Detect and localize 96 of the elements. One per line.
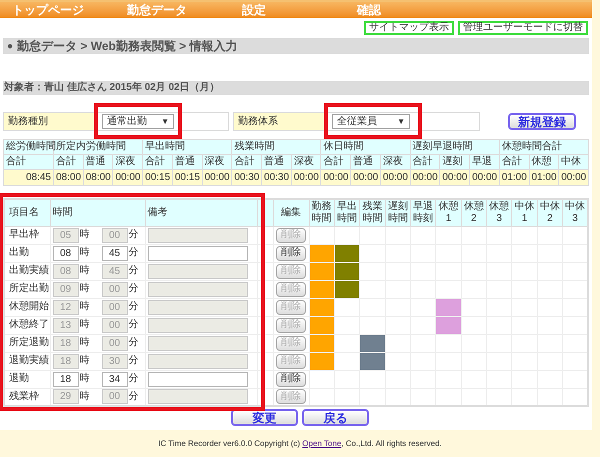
unit-label: 時: [80, 390, 90, 403]
column-header: 遅刻時間: [387, 200, 408, 225]
table-cell: 00:30: [262, 170, 292, 186]
unit-label: 分: [128, 373, 138, 385]
item-name: 退勤実績: [9, 355, 49, 366]
table-cell: 08:45: [4, 170, 54, 186]
column-header: 早退時刻: [412, 200, 434, 225]
nav-link[interactable]: トップページ: [12, 2, 127, 18]
item-name: 出勤: [9, 247, 29, 258]
top-button[interactable]: 管理ユーザーモードに切替: [458, 21, 588, 35]
group-header: 休日時間: [320, 140, 410, 154]
unit-label: 分: [128, 319, 138, 331]
table-cell: 00:00: [410, 170, 440, 186]
item-name: 退勤: [9, 373, 29, 384]
table-cell: 00:15: [172, 170, 202, 186]
column-header: 残業時間: [362, 200, 383, 225]
unit-label: 時: [80, 265, 90, 277]
unit-label: 時: [80, 373, 90, 385]
table-cell: 00:00: [320, 170, 351, 186]
table-cell: 08:00: [83, 170, 113, 186]
nav-link[interactable]: 確認: [357, 2, 472, 18]
table-cell: 00:00: [202, 170, 232, 186]
column-header: 休憩3: [488, 200, 510, 225]
item-name: 出勤実績: [9, 265, 49, 276]
company-link[interactable]: Open Tone: [302, 438, 342, 448]
column-header: 中休1: [514, 200, 536, 225]
item-name: 所定出勤: [9, 283, 49, 294]
dropdown-arrow-icon: ▼: [161, 116, 169, 126]
column-header: 勤務時間: [311, 200, 332, 225]
group-header: 早出時間: [142, 140, 232, 154]
minute-field[interactable]: 45: [102, 246, 128, 260]
unit-label: 時: [80, 355, 90, 367]
nav-link[interactable]: 勤怠データ: [127, 2, 242, 18]
delete-button[interactable]: 削除: [276, 246, 306, 260]
table-cell: 00:00: [440, 170, 470, 186]
column-header: 項目名: [9, 206, 39, 218]
item-name: 早出枠: [9, 229, 39, 240]
unit-label: 時: [80, 283, 90, 295]
column-header: 休憩2: [463, 200, 484, 225]
column-header: 中休2: [539, 200, 560, 225]
select-field[interactable]: 全従業員 ▼: [332, 114, 410, 129]
action-button[interactable]: 戻る: [302, 409, 369, 426]
table-cell: 00:00: [558, 170, 588, 186]
note-field[interactable]: [148, 246, 248, 260]
select-field[interactable]: 通常出勤 ▼: [102, 114, 174, 129]
group-header: 残業時間: [232, 140, 321, 154]
note-field[interactable]: [148, 372, 248, 386]
column-header: 時間: [52, 206, 72, 218]
unit-label: 時: [80, 301, 90, 313]
action-button[interactable]: 変更: [231, 409, 298, 426]
unit-label: 分: [128, 229, 138, 241]
nav-link[interactable]: 設定: [242, 2, 357, 18]
unit-label: 分: [128, 337, 138, 349]
table-cell: 00:00: [350, 170, 380, 186]
column-header: 備考: [148, 206, 168, 218]
unit-label: 時: [80, 229, 90, 241]
table-cell: 00:15: [142, 170, 172, 186]
item-name: 休憩終了: [9, 319, 49, 330]
bullet-icon: ●: [7, 38, 14, 54]
unit-label: 分: [128, 283, 138, 295]
breadcrumb-text: 勤怠データ > Web勤務表閲覧 > 情報入力: [17, 38, 238, 55]
group-header: 総労働時間: [4, 140, 54, 154]
hour-field[interactable]: 08: [52, 246, 78, 260]
table-cell: 01:00: [529, 170, 559, 186]
unit-label: 分: [128, 355, 138, 367]
table-cell: 00:00: [112, 170, 143, 186]
delete-button[interactable]: 削除: [276, 372, 306, 386]
item-name: 休憩開始: [9, 301, 49, 312]
unit-label: 分: [128, 265, 138, 277]
group-header: 遅刻早退時間: [410, 140, 500, 154]
column-header: 編集: [281, 206, 301, 218]
target-text: 対象者：青山 佳広さん 2015年 02月 02日（月）: [4, 82, 220, 94]
table-cell: 00:00: [291, 170, 321, 186]
copyright-text: IC Time Recorder ver6.0.0 Copyright (c) Open Tone, Co.,Ltd. All rights reserved.: [158, 438, 442, 448]
unit-label: 時: [80, 247, 90, 259]
table-cell: 00:30: [232, 170, 262, 186]
table-cell: 01:00: [499, 170, 529, 186]
unit-label: 分: [128, 247, 138, 259]
unit-label: 分: [128, 390, 138, 403]
top-button[interactable]: サイトマップ表示: [364, 21, 454, 35]
hour-field[interactable]: 18: [52, 372, 78, 386]
item-name: 残業枠: [9, 390, 39, 402]
table-cell: 00:00: [380, 170, 410, 186]
item-name: 所定退勤: [9, 337, 49, 348]
unit-label: 時: [80, 337, 90, 349]
unit-label: 分: [128, 301, 138, 313]
table-cell: 08:00: [54, 170, 84, 186]
new-registration-button[interactable]: 新規登録: [508, 113, 576, 130]
column-header: 休憩1: [438, 200, 459, 225]
group-header: 休憩時間合計: [499, 140, 588, 154]
unit-label: 時: [80, 319, 90, 331]
column-header: 中休3: [564, 200, 586, 225]
dropdown-arrow-icon: ▼: [397, 116, 405, 126]
table-cell: 00:00: [470, 170, 500, 186]
minute-field[interactable]: 34: [102, 372, 128, 386]
column-header: 早出時間: [336, 200, 358, 225]
